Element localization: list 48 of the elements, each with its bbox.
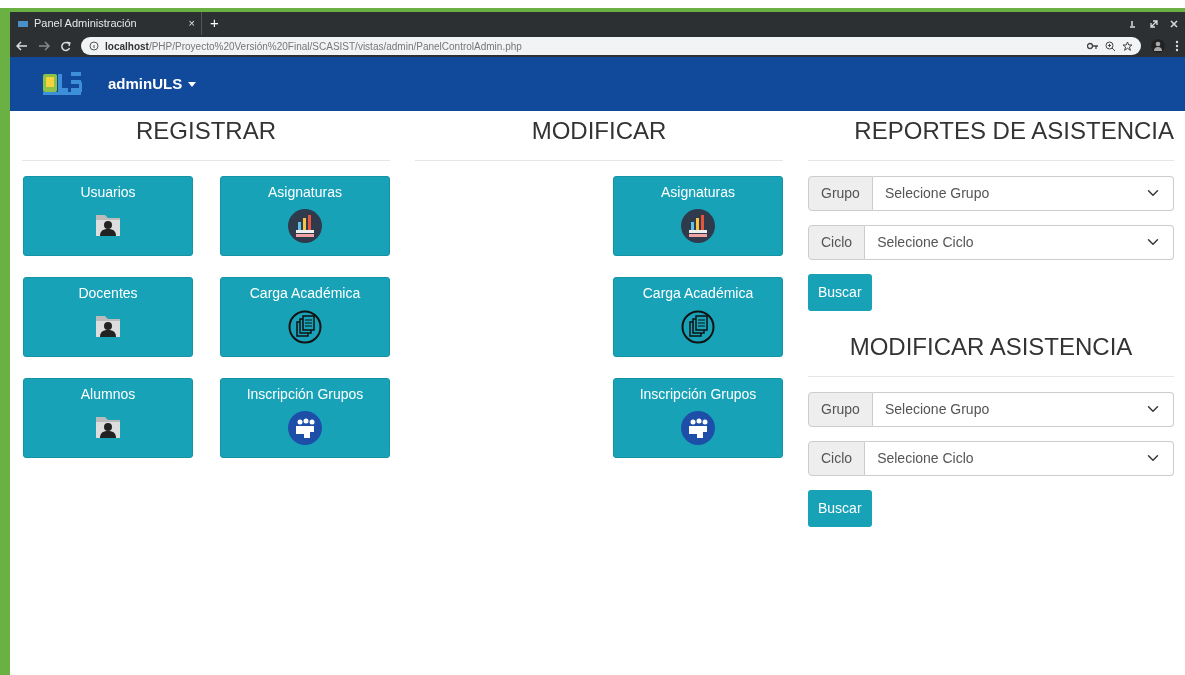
menu-tile[interactable]: Inscripción Grupos xyxy=(613,377,783,458)
menu-tile[interactable]: Docentes xyxy=(23,276,193,357)
select-field[interactable]: Selecione Grupo xyxy=(872,175,1174,211)
documents-icon xyxy=(288,309,322,344)
zoom-icon xyxy=(1105,40,1116,52)
reload-icon xyxy=(60,40,71,52)
menu-tile[interactable]: Inscripción Grupos xyxy=(220,377,390,458)
documents-icon xyxy=(681,309,715,344)
search-button[interactable]: Buscar xyxy=(808,489,872,527)
tab-title: Panel Administración xyxy=(34,16,138,32)
menu-tile[interactable]: Asignaturas xyxy=(220,175,390,256)
section-heading: MODIFICAR ASISTENCIA xyxy=(808,332,1174,377)
url-text: localhost/PHP/Proyecto%20Versión%20Final/SCASIST/vistas/admin/PanelControlAdmin.php xyxy=(105,39,523,54)
user-menu[interactable]: adminULS xyxy=(108,72,197,96)
menu-tile[interactable]: Usuarios xyxy=(23,175,193,256)
input-label: Ciclo xyxy=(808,224,866,260)
select-field[interactable]: Selecione Ciclo xyxy=(865,440,1174,476)
menu-tile[interactable]: Asignaturas xyxy=(613,175,783,256)
search-button[interactable]: Buscar xyxy=(808,273,872,311)
key-icon xyxy=(1087,42,1099,50)
input-label: Grupo xyxy=(808,175,873,211)
chart-books-icon xyxy=(681,208,715,243)
back-icon xyxy=(16,41,28,51)
section-heading: REPORTES DE ASISTENCIA xyxy=(808,117,1174,161)
section-heading: REGISTRAR xyxy=(22,117,390,161)
chart-books-icon xyxy=(288,208,322,243)
forward-icon xyxy=(38,41,50,51)
page-icon xyxy=(18,20,28,27)
input-label: Grupo xyxy=(808,391,873,427)
close-button[interactable]: × xyxy=(188,15,195,32)
menu-tile[interactable]: Alumnos xyxy=(23,377,193,458)
star-icon xyxy=(1122,40,1133,52)
select-field[interactable]: Selecione Grupo xyxy=(872,391,1174,427)
menu-tile[interactable]: Carga Académica xyxy=(613,276,783,357)
section-heading: MODIFICAR xyxy=(415,117,783,161)
window-controls-icon xyxy=(1129,18,1179,29)
address-bar[interactable]: localhost/PHP/Proyecto%20Versión%20Final/SCASIST/vistas/admin/PanelControlAdmin.php xyxy=(81,37,1141,55)
people-icon xyxy=(288,410,322,445)
input-label: Ciclo xyxy=(808,440,866,476)
profile-avatar-icon xyxy=(1151,39,1165,53)
new-tab-button[interactable]: + xyxy=(202,12,227,35)
info-icon xyxy=(89,41,99,51)
logo-icon xyxy=(42,72,82,96)
caret-icon xyxy=(188,81,197,87)
select-field[interactable]: Selecione Ciclo xyxy=(865,224,1174,260)
menu-icon xyxy=(1175,40,1179,52)
menu-tile[interactable]: Carga Académica xyxy=(220,276,390,357)
people-icon xyxy=(681,410,715,445)
